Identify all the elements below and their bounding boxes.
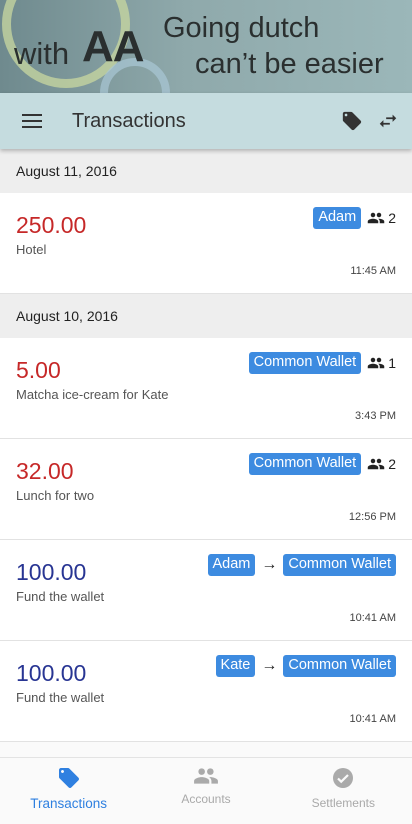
transaction-row[interactable]: 32.00 Common Wallet 2 Lunch for two 12:5…: [0, 439, 412, 540]
transaction-row[interactable]: 100.00 Adam → Common Wallet Fund the wal…: [0, 540, 412, 641]
transaction-description: Hotel: [16, 242, 47, 257]
arrow-right-icon: →: [261, 657, 278, 674]
check-circle-icon: [333, 768, 354, 788]
from-account-chip: Adam: [207, 554, 256, 576]
transaction-tags: Common Wallet 2: [248, 453, 396, 475]
swap-arrows-icon: [379, 114, 397, 128]
transaction-description: Matcha ice-cream for Kate: [16, 387, 169, 402]
swap-button[interactable]: [370, 101, 406, 141]
banner-tagline-line2: can’t be easier: [195, 48, 384, 80]
bottom-navigation: Transactions Accounts Settlements: [0, 757, 412, 824]
nav-settlements-label: Settlements: [311, 796, 375, 810]
banner-with-text: with: [14, 36, 70, 71]
tag-icon: [58, 768, 79, 788]
transaction-description: Fund the wallet: [16, 690, 105, 705]
nav-accounts-label: Accounts: [181, 792, 231, 806]
transaction-description: Fund the wallet: [16, 589, 105, 604]
transaction-row[interactable]: 5.00 Common Wallet 1 Matcha ice-cream fo…: [0, 338, 412, 439]
transaction-time: 3:43 PM: [355, 410, 396, 422]
nav-accounts[interactable]: Accounts: [137, 758, 274, 824]
transaction-amount: 5.00: [16, 357, 61, 383]
nav-settlements[interactable]: Settlements: [275, 758, 412, 824]
transaction-tags: Adam 2: [313, 207, 396, 229]
arrow-right-icon: →: [261, 556, 278, 573]
hamburger-icon: [22, 114, 42, 128]
people-icon: [194, 768, 218, 784]
transaction-amount: 100.00: [16, 559, 87, 585]
app-bar: Transactions: [0, 93, 412, 149]
date-header: August 11, 2016: [0, 149, 412, 193]
transaction-list[interactable]: August 11, 2016 250.00 Adam 2 Hotel 11:4…: [0, 149, 412, 757]
transaction-row[interactable]: 250.00 Adam 2 Hotel 11:45 AM: [0, 193, 412, 294]
transaction-tags: Common Wallet 1: [248, 352, 396, 374]
transaction-time: 12:56 PM: [348, 511, 396, 523]
transaction-time: 11:45 AM: [350, 265, 396, 277]
tag-icon: [342, 111, 362, 131]
banner-logo-text: AA: [82, 22, 145, 71]
participants-count-value: 2: [388, 210, 396, 226]
account-chip: Common Wallet: [248, 352, 362, 374]
transfer-tags: Adam → Common Wallet: [207, 554, 396, 576]
nav-transactions[interactable]: Transactions: [0, 758, 137, 824]
people-icon: [367, 357, 385, 369]
participants-count: 2: [367, 210, 396, 226]
transaction-amount: 250.00: [16, 212, 87, 238]
to-account-chip: Common Wallet: [283, 554, 396, 576]
promo-banner: with AA Going dutch can’t be easier: [0, 0, 412, 93]
transaction-amount: 32.00: [16, 458, 74, 484]
page-title: Transactions: [72, 109, 186, 132]
nav-transactions-label: Transactions: [30, 796, 108, 811]
transaction-time: 10:41 AM: [349, 713, 396, 725]
account-chip: Common Wallet: [248, 453, 362, 475]
people-icon: [367, 458, 385, 470]
banner-tagline-line1: Going dutch: [163, 12, 320, 44]
date-header: August 10, 2016: [0, 294, 412, 338]
to-account-chip: Common Wallet: [283, 655, 396, 677]
transaction-amount: 100.00: [16, 660, 87, 686]
participants-count: 2: [367, 456, 396, 472]
account-chip: Adam: [313, 207, 362, 229]
tags-button[interactable]: [334, 101, 370, 141]
transfer-tags: Kate → Common Wallet: [215, 655, 396, 677]
participants-count: 1: [367, 355, 396, 371]
transaction-description: Lunch for two: [16, 488, 95, 503]
participants-count-value: 1: [388, 355, 396, 371]
people-icon: [367, 212, 385, 224]
participants-count-value: 2: [388, 456, 396, 472]
from-account-chip: Kate: [215, 655, 256, 677]
transaction-row[interactable]: 100.00 Kate → Common Wallet Fund the wal…: [0, 641, 412, 742]
menu-button[interactable]: [12, 101, 52, 141]
transaction-time: 10:41 AM: [349, 612, 396, 624]
